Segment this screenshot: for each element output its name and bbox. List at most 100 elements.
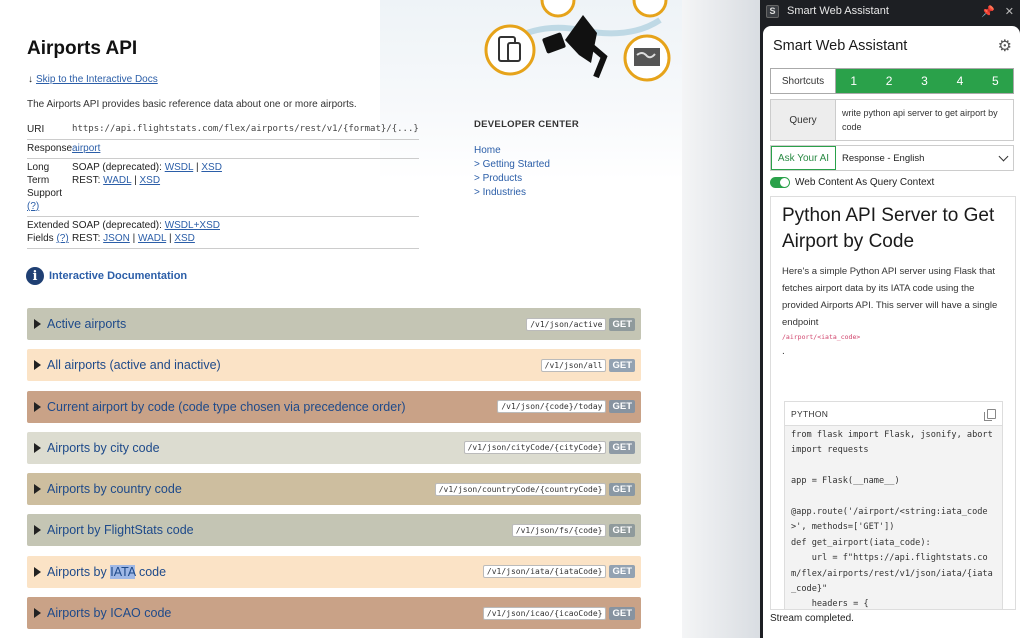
meta-row-extended: Extended Fields (?) SOAP (deprecated): WS… [27,216,419,249]
method-badge: GET [609,606,635,620]
response-airport-link[interactable]: airport [72,143,100,154]
endpoint-label[interactable]: All airports (active and inactive) [47,358,541,372]
expand-triangle-icon [34,401,41,412]
ext-xsd-link[interactable]: XSD [174,233,195,244]
assistant-card: Smart Web Assistant ⚙ Shortcuts 1 2 3 4 … [763,26,1020,638]
endpoint-path: /v1/json/cityCode/{cityCode} [463,441,607,455]
method-badge: GET [609,482,635,496]
skip-to-docs-link[interactable]: Skip to the Interactive Docs [36,74,158,85]
expand-triangle-icon [34,442,41,453]
answer-area: Python API Server to Get Airport by Code… [770,196,1016,610]
ext-wsdl-xsd-link[interactable]: WSDL+XSD [165,220,220,231]
response-mode-value: Response - English [842,152,925,164]
panel-titlebar: S Smart Web Assistant 📌 ✕ [760,0,1020,22]
web-page: Airports API ↓ Skip to the Interactive Do… [0,0,760,638]
meta-key: Extended Fields (?) [27,216,73,249]
method-badge: GET [609,317,635,331]
hero-illustration [484,0,671,82]
endpoint-list: Active airports /v1/json/active GET All … [27,308,641,638]
app-logo-icon: S [766,4,779,18]
pin-icon[interactable]: 📌 [981,5,995,18]
shortcut-4-button[interactable]: 4 [942,69,978,93]
uri-value: https://api.flightstats.com/flex/airport… [72,121,419,140]
endpoint-path: /v1/json/iata/{iataCode} [482,565,607,579]
arrow-down-icon: ↓ [28,74,33,85]
help-link[interactable]: (?) [56,233,68,244]
assistant-title: Smart Web Assistant [773,38,908,54]
endpoint-path: /v1/json/countryCode/{countryCode} [434,482,607,496]
endpoint-path: /v1/json/all [540,358,607,372]
dev-link-industries[interactable]: > Industries [474,186,579,200]
assistant-panel: S Smart Web Assistant 📌 ✕ Smart Web Assi… [760,0,1020,638]
endpoint-airports-by-city[interactable]: Airports by city code /v1/json/cityCode/… [27,431,641,464]
endpoint-airports-by-country[interactable]: Airports by country code /v1/json/countr… [27,473,641,506]
dev-link-getting-started[interactable]: > Getting Started [474,158,579,172]
answer-period: . [782,346,785,357]
panel-window-title: Smart Web Assistant [787,5,889,17]
endpoint-label[interactable]: Current airport by code (code type chose… [47,400,497,414]
endpoint-label[interactable]: Airports by ICAO code [47,606,483,620]
page-edge-shade [682,0,760,638]
ask-ai-button[interactable]: Ask Your AI [771,146,836,170]
code-language: PYTHON [791,408,829,419]
lt-soap-xsd-link[interactable]: XSD [201,162,222,173]
close-icon[interactable]: ✕ [1005,5,1014,18]
developer-center: DEVELOPER CENTER Home > Getting Started … [474,119,579,200]
endpoint-label[interactable]: Airports by IATA code [47,564,483,579]
endpoint-label[interactable]: Airport by FlightStats code [47,523,512,537]
endpoint-current-airport-by-code[interactable]: Current airport by code (code type chose… [27,390,641,423]
method-badge: GET [609,400,635,414]
meta-row-uri: URI https://api.flightstats.com/flex/air… [27,121,419,140]
web-context-toggle-row: Web Content As Query Context [770,177,934,188]
dev-link-home[interactable]: Home [474,144,579,158]
method-badge: GET [609,523,635,537]
info-icon: i [26,267,44,285]
method-badge: GET [609,441,635,455]
intro-text: The Airports API provides basic referenc… [27,99,357,110]
copy-icon[interactable] [984,408,996,421]
web-context-toggle[interactable] [770,177,790,188]
shortcut-2-button[interactable]: 2 [871,69,907,93]
expand-triangle-icon [34,319,41,329]
response-mode-select[interactable]: Response - English [836,146,1013,170]
endpoint-label[interactable]: Active airports [47,317,526,331]
lt-wsdl-link[interactable]: WSDL [165,162,194,173]
traveler-figure [565,15,597,63]
shortcut-1-button[interactable]: 1 [836,69,872,93]
expand-triangle-icon [34,484,41,495]
endpoint-label[interactable]: Airports by country code [47,482,435,496]
gear-icon[interactable]: ⚙ [998,36,1012,56]
expand-triangle-icon [34,566,41,577]
code-content: from flask import Flask, jsonify, abort … [791,430,993,610]
shortcut-5-button[interactable]: 5 [977,69,1014,93]
endpoint-path: /v1/json/{code}/today [497,400,607,414]
ask-row: Ask Your AI Response - English [770,145,1014,171]
shortcut-3-button[interactable]: 3 [906,69,943,93]
lt-wadl-link[interactable]: WADL [103,175,131,186]
method-badge: GET [609,565,635,579]
lt-rest-xsd-link[interactable]: XSD [139,175,160,186]
dev-link-products[interactable]: > Products [474,172,579,186]
endpoint-active-airports[interactable]: Active airports /v1/json/active GET [27,308,641,340]
assistant-header: Smart Web Assistant ⚙ [763,26,1020,66]
ext-json-link[interactable]: JSON [103,233,130,244]
api-meta-table: URI https://api.flightstats.com/flex/air… [27,121,419,249]
endpoint-label[interactable]: Airports by city code [47,441,464,455]
endpoint-airport-by-fs-code[interactable]: Airport by FlightStats code /v1/json/fs/… [27,514,641,547]
query-input[interactable]: write python api server to get airport b… [836,100,1013,140]
shortcuts-bar: Shortcuts 1 2 3 4 5 [770,68,1014,94]
query-row: Query write python api server to get air… [770,99,1014,141]
ext-wadl-link[interactable]: WADL [138,233,166,244]
meta-key: Long Term Support (?) [27,158,73,217]
selected-text: IATA [110,564,136,579]
expand-triangle-icon [34,525,41,536]
help-link[interactable]: (?) [27,201,39,212]
endpoint-airports-by-icao[interactable]: Airports by ICAO code /v1/json/icao/{ica… [27,597,641,630]
expand-triangle-icon [34,608,41,619]
endpoint-path: /v1/json/active [526,317,607,331]
meta-key: URI [27,121,73,140]
endpoint-all-airports[interactable]: All airports (active and inactive) /v1/j… [27,349,641,382]
chevron-down-icon [998,151,1009,161]
answer-endpoint-code: /airport/<iata_code> [782,333,861,341]
endpoint-airports-by-iata[interactable]: Airports by IATA code /v1/json/iata/{iat… [27,555,641,588]
